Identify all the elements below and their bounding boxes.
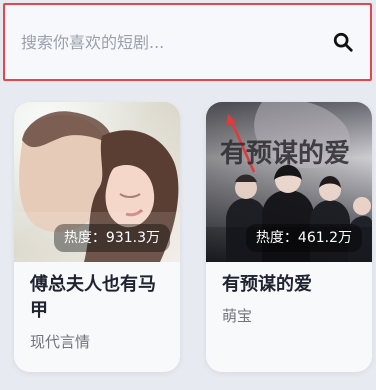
drama-genre: 现代言情 [30,333,91,351]
search-input[interactable] [5,5,370,79]
card-info: 有预谋的爱 萌宝 [222,272,356,326]
drama-title: 有预谋的爱 [222,274,312,295]
drama-grid: 热度：931.3万 傅总夫人也有马甲 现代言情 有预谋的爱 热度：461.2万 … [0,88,376,390]
drama-title: 傅总夫人也有马甲 [30,274,156,321]
card-info: 傅总夫人也有马甲 现代言情 [30,272,164,352]
poster-title-text: 有预谋的爱 [220,138,350,169]
heat-badge: 热度：461.2万 [245,224,362,252]
poster-image: 热度：931.3万 [14,102,180,262]
search-icon [333,32,353,52]
search-bar [3,3,372,81]
poster-image: 有预谋的爱 热度：461.2万 [206,102,372,262]
search-button[interactable] [326,25,360,59]
drama-card[interactable]: 有预谋的爱 热度：461.2万 有预谋的爱 萌宝 [206,102,372,372]
heat-badge: 热度：931.3万 [53,224,170,252]
drama-genre: 萌宝 [222,307,253,325]
drama-card[interactable]: 热度：931.3万 傅总夫人也有马甲 现代言情 [14,102,180,372]
